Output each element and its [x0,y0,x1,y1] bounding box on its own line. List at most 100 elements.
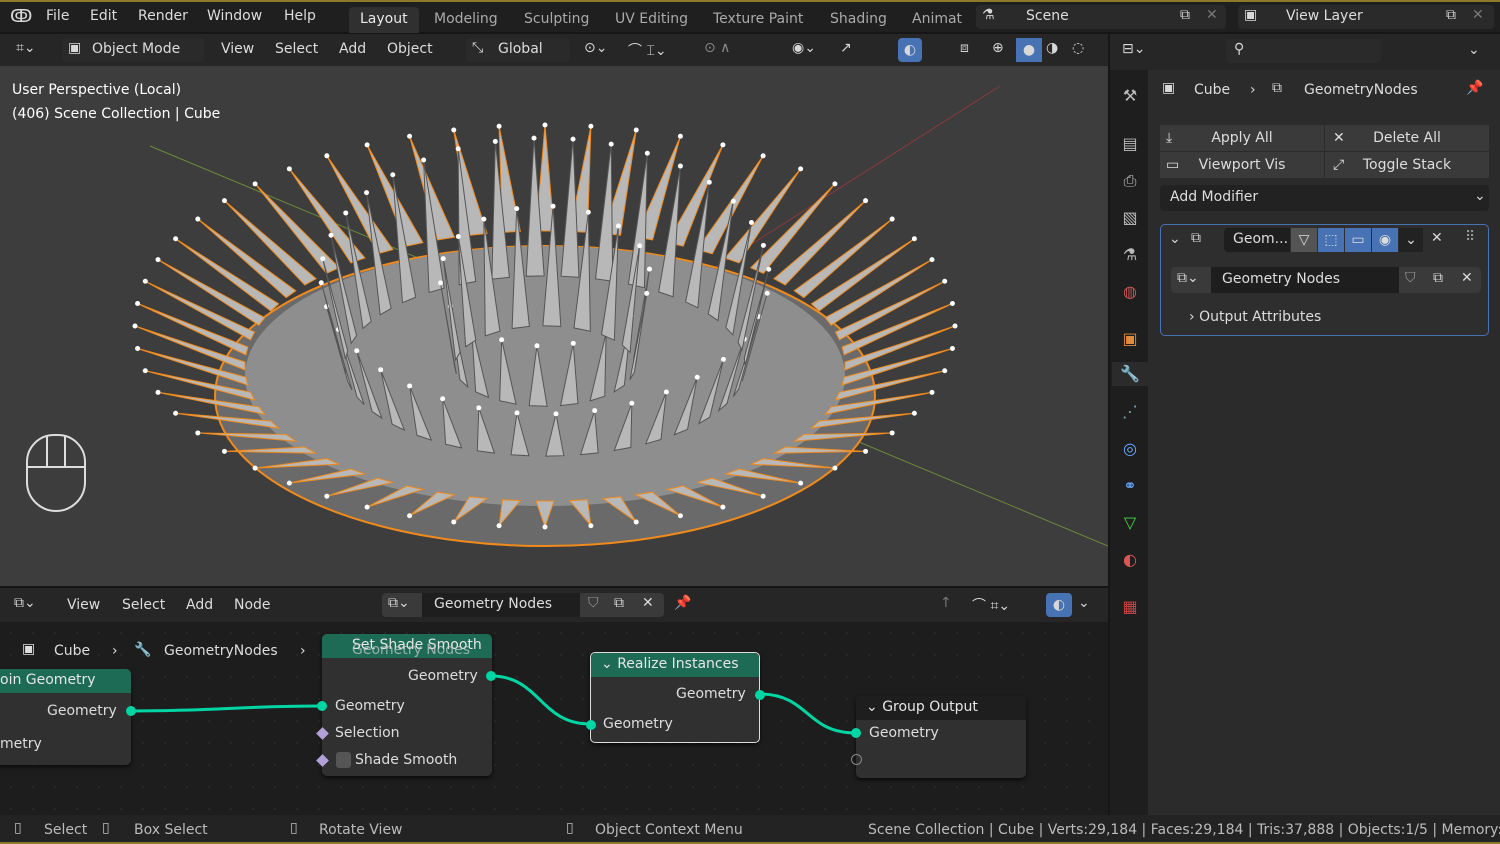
rendered-shading-icon[interactable]: ◌ [1072,40,1084,56]
proportional-edit-icon[interactable]: ⊙ ∧ [704,40,730,56]
duplicate-icon[interactable]: ⧉ [614,595,624,611]
apply-all-button[interactable]: ⤓ Apply All [1160,125,1324,151]
menu-view[interactable]: View [67,597,100,613]
output-tab-icon[interactable]: ⎙ [1118,169,1142,193]
options-dropdown-icon[interactable]: ⌄ [1468,42,1480,58]
node-group-selector[interactable]: ⧉⌄ Geometry Nodes ⛉ ⧉ ✕ [382,593,664,617]
menu-window[interactable]: Window [207,8,262,24]
texture-tab-icon[interactable]: ▦ [1118,595,1142,619]
viewport-display-icon[interactable]: ▭ [1345,228,1371,252]
material-tab-icon[interactable]: ◐ [1118,548,1142,572]
menu-help[interactable]: Help [284,8,316,24]
solid-shading-icon[interactable]: ● [1016,38,1042,62]
menu-edit[interactable]: Edit [90,8,117,24]
snap-icon[interactable]: ⌒ ⌗⌄ [972,595,1010,615]
menu-select[interactable]: Select [275,41,318,57]
overlay-icon[interactable]: ◐ [898,38,922,62]
object-tab-icon[interactable]: ▣ [1118,327,1142,351]
render-camera-icon[interactable]: ◉ [1372,228,1398,252]
menu-node[interactable]: Node [234,597,271,613]
properties-search[interactable]: ⚲ [1226,39,1381,63]
menu-add[interactable]: Add [186,597,213,613]
close-icon[interactable]: ✕ [1206,7,1218,23]
node-realize-instances[interactable]: ⌄ Realize Instances Geometry Geometry [586,652,765,743]
node-set-shade-smooth[interactable]: Set Shade Smooth Geometry Nodes Geometry… [316,634,496,776]
menu-render[interactable]: Render [138,8,188,24]
blender-logo-icon[interactable]: ↂ [10,6,32,27]
pivot-icon[interactable]: ⊙⌄ [584,40,607,56]
remove-modifier-icon[interactable]: ✕ [1431,230,1443,246]
output-socket[interactable] [126,706,136,716]
editor-type-icon[interactable]: ⊟⌄ [1122,41,1145,57]
dropdown-icon[interactable]: ⌄ [1399,228,1423,252]
scene-tab-icon[interactable]: ⚗ [1118,243,1142,267]
unlink-icon[interactable]: ✕ [1461,270,1473,286]
editor-type-icon[interactable]: ⌗⌄ [16,40,36,56]
input-socket[interactable] [851,728,861,738]
material-shading-icon[interactable]: ◑ [1046,40,1058,56]
menu-select[interactable]: Select [122,597,165,613]
fake-user-shield-icon[interactable]: ⛉ [1405,270,1416,286]
world-tab-icon[interactable]: ◍ [1118,280,1142,304]
menu-view[interactable]: View [221,41,254,57]
gizmo-icon[interactable]: ↗ [840,40,852,56]
node-join-geometry[interactable]: oin Geometry Geometry metry [0,669,136,765]
tab-sculpting[interactable]: Sculpting [513,7,600,33]
output-attributes-subpanel[interactable]: › Output Attributes [1189,309,1321,325]
tab-uv-editing[interactable]: UV Editing [604,7,699,33]
menu-add[interactable]: Add [339,41,366,57]
3d-viewport[interactable]: User Perspective (Local) (406) Scene Col… [0,66,1108,586]
delete-all-button[interactable]: ✕ Delete All [1325,125,1489,151]
output-socket[interactable] [755,690,765,700]
drag-handle-icon[interactable]: ⠿ [1465,229,1475,245]
menu-file[interactable]: File [46,8,69,24]
add-modifier-dropdown[interactable]: Add Modifier ⌄ [1160,185,1489,211]
empty-socket[interactable] [851,754,862,765]
collapse-chevron-icon[interactable]: ⌄ [1169,231,1181,247]
fake-user-shield-icon[interactable]: ⛉ [588,595,599,611]
input-socket[interactable] [317,701,327,711]
visibility-icon[interactable]: ◉⌄ [792,40,816,56]
edit-mode-icon[interactable]: ▽ [1291,228,1317,252]
menu-object[interactable]: Object [387,41,433,57]
mode-dropdown[interactable]: ▣ Object Mode [62,38,204,62]
close-icon[interactable]: ✕ [1472,7,1484,23]
node-editor-canvas[interactable]: ▣ Cube › 🔧 GeometryNodes › oin Geometry … [0,622,1108,815]
tab-texture-paint[interactable]: Texture Paint [702,7,814,33]
constraints-tab-icon[interactable]: ⚭ [1118,474,1142,498]
viewport-vis-button[interactable]: ▭ Viewport Vis [1160,152,1324,178]
node-group-selector[interactable]: ⧉⌄ Geometry Nodes ⛉ ⧉ ✕ [1171,267,1481,293]
output-socket[interactable] [486,671,496,681]
tool-tab-icon[interactable]: ⚒ [1118,84,1142,108]
view-layer-tab-icon[interactable]: ▧ [1118,206,1142,230]
pin-icon[interactable]: 📌 [674,595,691,611]
data-tab-icon[interactable]: ▽ [1118,511,1142,535]
wireframe-shading-icon[interactable]: ⊕ [992,40,1004,56]
view-layer-selector[interactable]: ▣ View Layer ⧉ ✕ [1238,5,1494,29]
overlay-dropdown-icon[interactable]: ⌄ [1078,595,1090,611]
node-group-output[interactable]: ⌄ Group Output Geometry [851,696,1026,778]
toggle-stack-button[interactable]: ⤢ Toggle Stack [1325,152,1489,178]
modifier-tab-icon[interactable]: 🔧 [1112,362,1148,386]
node-tree-icon[interactable]: ⧉⌄ [1177,270,1199,286]
xray-icon[interactable]: ⧈ [960,40,969,56]
physics-tab-icon[interactable]: ◎ [1118,437,1142,461]
overlay-icon[interactable]: ◐ [1046,593,1072,617]
snap-icon[interactable]: ⌒ ⌶⌄ [628,40,667,60]
unlink-icon[interactable]: ✕ [642,595,654,611]
render-tab-icon[interactable]: ▤ [1118,132,1142,156]
scene-selector[interactable]: ⚗ Scene ⧉ ✕ [976,5,1226,29]
tab-layout[interactable]: Layout [349,7,419,33]
duplicate-icon[interactable]: ⧉ [1433,270,1443,286]
shade-smooth-checkbox[interactable] [336,752,351,768]
tab-shading[interactable]: Shading [819,7,898,33]
copy-icon[interactable]: ⧉ [1180,7,1190,23]
orientation-dropdown[interactable]: ⤡ Global [466,38,570,62]
cage-icon[interactable]: ⬚ [1318,228,1344,252]
tab-animation[interactable]: Animat [901,7,973,33]
editor-type-icon[interactable]: ⧉⌄ [14,595,36,611]
parent-node-icon[interactable]: ↑ [940,595,952,611]
modifier-name-field[interactable]: Geom... [1224,228,1290,252]
pin-icon[interactable]: 📌 [1466,80,1483,96]
particles-tab-icon[interactable]: ⋰ [1118,400,1142,424]
